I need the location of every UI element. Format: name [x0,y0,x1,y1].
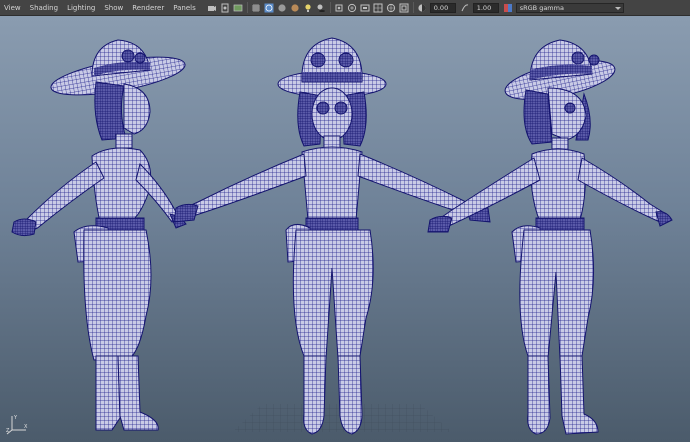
resolution-gate-icon[interactable] [360,3,370,13]
panel-toolbar: View Shading Lighting Show Renderer Pane… [0,0,690,16]
viewport-tool-icons: sRGB gamma [207,0,624,16]
image-plane-icon[interactable] [233,3,243,13]
toolbar-separator [329,2,331,13]
menu-view[interactable]: View [4,0,21,16]
axis-x-label: X [24,424,28,430]
menu-renderer[interactable]: Renderer [132,0,164,16]
toolbar-separator [246,2,248,13]
exposure-input[interactable] [429,2,456,13]
camera-icon[interactable] [207,3,217,13]
character-three-quarter-view-right [427,39,673,435]
viewport-scene [11,37,673,435]
grid-icon[interactable] [251,3,261,13]
menu-lighting[interactable]: Lighting [67,0,95,16]
perspective-viewport[interactable]: Y X Z [0,16,690,442]
gamma-input[interactable] [472,2,499,13]
shadows-icon[interactable] [316,3,326,13]
chevron-down-icon [614,6,621,10]
exposure-icon [417,3,427,13]
menu-shading[interactable]: Shading [30,0,58,16]
character-side-view-left [11,39,187,431]
view-transform-value: sRGB gamma [519,3,564,12]
smooth-shade-icon[interactable] [277,3,287,13]
menu-show[interactable]: Show [104,0,123,16]
bookmark-icon[interactable] [220,3,230,13]
axis-y-label: Y [13,415,18,421]
lights-icon[interactable] [303,3,313,13]
xray-icon[interactable] [347,3,357,13]
view-transform-select[interactable]: sRGB gamma [515,2,624,13]
toolbar-separator [412,2,414,13]
menu-panels[interactable]: Panels [173,0,196,16]
safe-action-icon[interactable] [386,3,396,13]
isolate-icon[interactable] [334,3,344,13]
panel-menu-bar: View Shading Lighting Show Renderer Pane… [0,0,205,16]
view-axis-indicator: Y X Z [6,415,28,435]
gamma-icon [460,3,470,13]
axis-z-label: Z [6,428,10,434]
maya-viewport-window: View Shading Lighting Show Renderer Pane… [0,0,690,442]
textured-icon[interactable] [290,3,300,13]
color-management-icon[interactable] [503,3,513,13]
field-chart-icon[interactable] [399,3,409,13]
character-front-view-center [173,37,491,435]
film-gate-icon[interactable] [373,3,383,13]
wireframe-icon[interactable] [264,3,274,13]
